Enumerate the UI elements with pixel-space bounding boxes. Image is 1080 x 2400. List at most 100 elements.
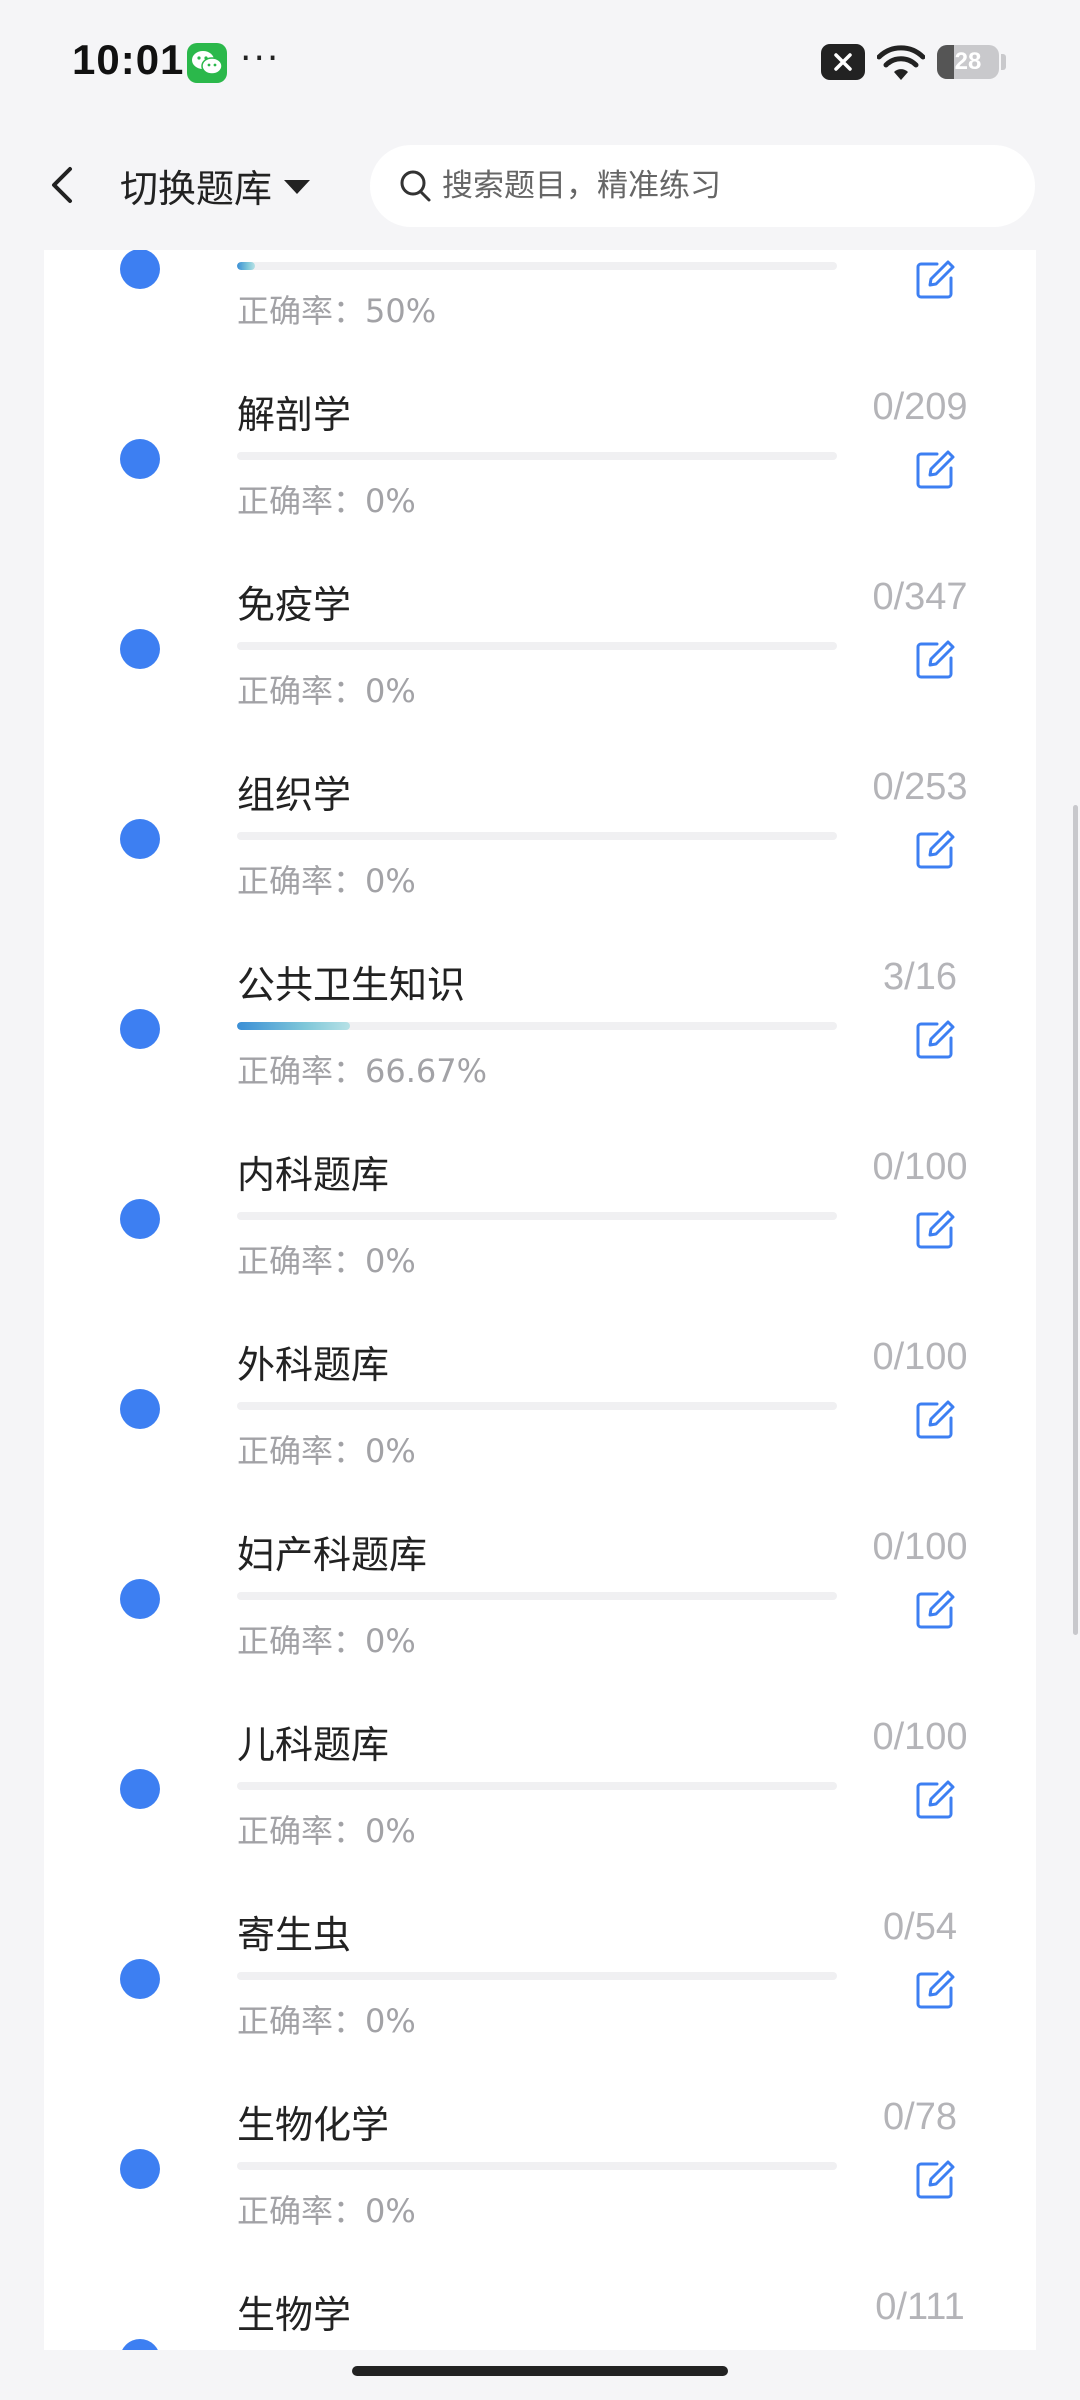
item-title: 组织学 (237, 773, 352, 817)
item-title: 解剖学 (237, 393, 352, 437)
search-input[interactable] (442, 168, 1002, 204)
edit-icon[interactable] (913, 1588, 957, 1632)
progress-bar (237, 262, 837, 270)
accuracy-text: 正确率：66.67% (237, 1052, 488, 1090)
progress-fill (237, 262, 255, 270)
home-indicator[interactable] (352, 2366, 728, 2376)
accuracy-text: 正确率：50% (237, 292, 437, 330)
question-bank-list: 正确率：50% 解剖学 正确率：0% 0/209 免疫学 正确率：0% 0/347 组织学 正确… (44, 250, 1036, 2350)
progress-bar (237, 832, 837, 840)
edit-icon[interactable] (913, 1398, 957, 1442)
status-dot (120, 1009, 160, 1049)
answered-count: 0/100 (872, 1146, 968, 1188)
edit-icon[interactable] (913, 1018, 957, 1062)
list-item[interactable]: 生物化学正确率：0% 0/78 (44, 2074, 1036, 2264)
item-title: 免疫学 (237, 583, 352, 627)
status-dot (120, 1389, 160, 1429)
search-icon (400, 170, 431, 202)
list-item[interactable]: 内科题库正确率：0% 0/100 (44, 1124, 1036, 1314)
edit-icon[interactable] (913, 1968, 957, 2012)
status-dot (120, 1959, 160, 1999)
progress-bar (237, 1972, 837, 1980)
list-item[interactable]: 公共卫生知识正确率：66.67% 3/16 (44, 934, 1036, 1124)
sim-blocked-icon (821, 44, 865, 80)
list-item[interactable]: 儿科题库正确率：0% 0/100 (44, 1694, 1036, 1884)
item-title: 生物学 (237, 2293, 352, 2337)
battery-icon: 28 (937, 45, 999, 79)
status-dot (120, 1199, 160, 1239)
status-dot (120, 439, 160, 479)
battery-tip (1001, 54, 1006, 70)
progress-bar (237, 642, 837, 650)
list-item[interactable]: 组织学正确率：0% 0/253 (44, 744, 1036, 934)
item-title: 生物化学 (237, 2103, 390, 2147)
list-item[interactable]: 外科题库正确率：0% 0/100 (44, 1314, 1036, 1504)
edit-icon[interactable] (913, 258, 957, 302)
answered-count: 0/78 (883, 2096, 957, 2138)
list-item[interactable]: 妇产科题库 正确率：0% 0/100 (44, 1504, 1036, 1694)
answered-count: 0/253 (872, 766, 968, 808)
list-item[interactable]: 免疫学 正确率：0% 0/347 (44, 554, 1036, 744)
progress-fill (237, 1022, 350, 1030)
answered-count: 0/100 (872, 1336, 968, 1378)
answered-count: 0/209 (872, 386, 968, 428)
accuracy-text: 正确率：0% (237, 482, 416, 520)
item-title: 内科题库 (237, 1153, 390, 1197)
edit-icon[interactable] (913, 448, 957, 492)
list-item[interactable]: 寄生虫正确率：0% 0/54 (44, 1884, 1036, 2074)
header: 切换题库 (0, 125, 1080, 250)
status-dot (120, 819, 160, 859)
search-box[interactable] (370, 145, 1035, 227)
accuracy-text: 正确率：0% (237, 1432, 416, 1470)
more-notifications-icon: ··· (240, 38, 281, 79)
answered-count: 0/100 (872, 1526, 968, 1568)
item-title: 外科题库 (237, 1343, 390, 1387)
answered-count: 3/16 (883, 956, 957, 998)
switch-bank-dropdown[interactable]: 切换题库 (120, 155, 311, 215)
list-item[interactable]: 解剖学正确率：0% 0/209 (44, 364, 1036, 554)
answered-count: 0/111 (875, 2286, 965, 2328)
edit-icon[interactable] (913, 638, 957, 682)
progress-bar (237, 1402, 837, 1410)
edit-icon[interactable] (913, 1778, 957, 1822)
switch-bank-label: 切换题库 (120, 166, 273, 211)
battery-percent: 28 (954, 48, 982, 75)
status-dot (120, 2149, 160, 2189)
list-item[interactable]: 正确率：50% (44, 250, 1036, 364)
progress-bar (237, 1212, 837, 1220)
back-button[interactable] (40, 153, 88, 217)
progress-bar (237, 2162, 837, 2170)
status-dot (120, 1769, 160, 1809)
accuracy-text: 正确率：0% (237, 672, 416, 710)
wechat-icon (187, 43, 227, 83)
status-bar: 10:01 ··· 28 (0, 0, 1080, 125)
accuracy-text: 正确率：0% (237, 1812, 416, 1850)
edit-icon[interactable] (913, 828, 957, 872)
wifi-icon (877, 45, 925, 80)
item-title: 儿科题库 (237, 1723, 390, 1767)
status-dot (120, 629, 160, 669)
progress-bar (237, 452, 837, 460)
answered-count: 0/100 (872, 1716, 968, 1758)
status-dot (120, 2339, 160, 2350)
item-title: 寄生虫 (237, 1913, 352, 1957)
status-dot (120, 1579, 160, 1619)
answered-count: 0/54 (883, 1906, 957, 1948)
list-item[interactable]: 生物学 0/111 (44, 2264, 1036, 2350)
status-dot (120, 250, 160, 289)
chevron-left-icon (52, 167, 72, 203)
scrollbar[interactable] (1073, 805, 1078, 1635)
accuracy-text: 正确率：0% (237, 2192, 416, 2230)
accuracy-text: 正确率：0% (237, 1242, 416, 1280)
item-title: 妇产科题库 (237, 1533, 428, 1577)
accuracy-text: 正确率：0% (237, 2002, 416, 2040)
progress-bar (237, 1782, 837, 1790)
caret-down-icon (284, 180, 311, 194)
progress-bar (237, 1592, 837, 1600)
status-time: 10:01 (72, 36, 185, 83)
edit-icon[interactable] (913, 2158, 957, 2202)
progress-bar (237, 1022, 837, 1030)
accuracy-text: 正确率：0% (237, 862, 416, 900)
item-title: 公共卫生知识 (237, 963, 466, 1007)
edit-icon[interactable] (913, 1208, 957, 1252)
